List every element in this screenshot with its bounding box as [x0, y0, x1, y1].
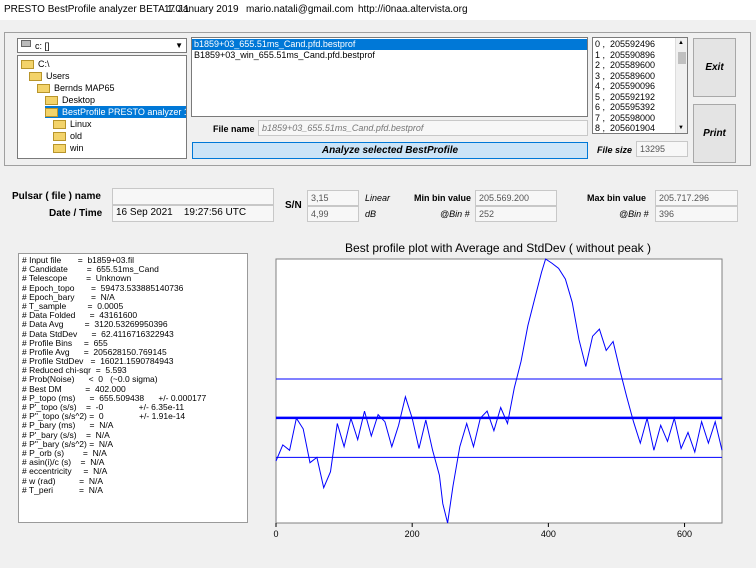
min-bin-label: Min bin value — [414, 193, 472, 203]
folder-item[interactable]: old — [53, 130, 186, 142]
sn-label: S/N — [285, 200, 302, 211]
drive-select[interactable]: c: [] ▼ — [17, 38, 187, 53]
drive-select-value: c: [] — [35, 41, 50, 51]
x-tick-label: 0 — [273, 529, 278, 539]
folder-tree[interactable]: C:\ Users Bernds MAP65 Desktop BestProfile P… — [17, 55, 187, 159]
file-size-field: 13295 — [636, 141, 688, 157]
max-bin-index-field: 396 — [655, 206, 738, 222]
pulsar-name-field — [112, 188, 274, 205]
print-button[interactable]: Print — [693, 104, 736, 163]
info-line: # T_peri = N/A — [22, 484, 103, 495]
date-time-field: 16 Sep 2021 19:27:56 UTC — [112, 205, 274, 222]
profile-chart: Best profile plot with Average and StdDe… — [273, 241, 723, 539]
scroll-thumb[interactable] — [678, 52, 686, 64]
folder-icon — [21, 59, 34, 69]
folder-label: Bernds MAP65 — [54, 83, 115, 93]
sn-db-field: 4,99 — [307, 206, 359, 222]
folder-icon — [53, 131, 66, 141]
sn-linear-field: 3,15 — [307, 190, 359, 206]
sn-db-unit: dB — [365, 209, 377, 219]
folder-label: BestProfile PRESTO analyzer 1.0.1.e — [62, 107, 186, 117]
max-bin-index-label: @Bin # — [619, 209, 649, 219]
file-name-field[interactable]: b1859+03_655.51ms_Cand.pfd.bestprof — [258, 120, 588, 136]
app-date: 17 January 2019 — [164, 4, 239, 15]
min-bin-index-label: @Bin # — [440, 209, 470, 219]
bin-value-item[interactable]: 6 , 205595392 — [595, 102, 673, 113]
folder-item[interactable]: Desktop — [45, 94, 186, 106]
file-list-item[interactable]: b1859+03_655.51ms_Cand.pfd.bestprof — [192, 39, 587, 50]
file-list-item[interactable]: B1859+03_win_655.51ms_Cand.pfd.bestprof — [192, 50, 587, 61]
bin-value-item[interactable]: 2 , 205589600 — [595, 60, 673, 71]
bin-value-item[interactable]: 3 , 205589600 — [595, 71, 673, 82]
app-title: PRESTO BestProfile analyzer BETA 1.0.1 — [4, 4, 190, 15]
min-bin-index-field: 252 — [475, 206, 557, 222]
folder-icon — [45, 95, 58, 105]
bin-value-item[interactable]: 7 , 205598000 — [595, 113, 673, 124]
folder-item[interactable]: BestProfile PRESTO analyzer 1.0.1.e — [45, 106, 186, 118]
min-bin-field: 205.569.200 — [475, 190, 557, 206]
exit-button[interactable]: Exit — [693, 38, 736, 97]
author-url: http://i0naa.altervista.org — [358, 4, 468, 15]
chart-title: Best profile plot with Average and StdDe… — [345, 241, 651, 255]
folder-icon — [29, 71, 42, 81]
sn-linear-unit: Linear — [365, 193, 391, 203]
x-tick-label: 400 — [541, 529, 556, 539]
folder-label: Desktop — [62, 95, 96, 105]
file-name-label: File name — [213, 124, 255, 134]
folder-icon — [45, 107, 58, 117]
pulsar-name-label: Pulsar ( file ) name — [12, 191, 101, 202]
author-email: mario.natali@gmail.com — [246, 4, 354, 15]
analyze-button[interactable]: Analyze selected BestProfile — [192, 142, 588, 159]
time-value: 19:27:56 UTC — [183, 207, 247, 218]
file-list[interactable]: b1859+03_655.51ms_Cand.pfd.bestprof B1859… — [191, 37, 588, 117]
bin-list-scrollbar[interactable]: ▲ ▼ — [675, 38, 687, 133]
chevron-down-icon[interactable]: ▼ — [175, 40, 183, 52]
folder-item[interactable]: Bernds MAP65 — [37, 82, 186, 94]
folder-item[interactable]: Users — [29, 70, 186, 82]
file-size-label: File size — [597, 145, 633, 155]
folder-label: C:\ — [38, 59, 50, 69]
folder-item[interactable]: Linux — [53, 118, 186, 130]
bin-value-item[interactable]: 1 , 205590896 — [595, 50, 673, 61]
folder-label: old — [70, 131, 83, 141]
x-tick-label: 600 — [677, 529, 692, 539]
folder-icon — [37, 83, 50, 93]
title-bar: PRESTO BestProfile analyzer BETA 1.0.1 1… — [0, 0, 756, 20]
folder-label: Linux — [70, 119, 92, 129]
folder-item[interactable]: C:\ — [21, 58, 186, 70]
bin-value-item[interactable]: 5 , 205592192 — [595, 92, 673, 103]
bin-value-item[interactable]: 8 , 205601904 — [595, 123, 673, 133]
folder-label: Users — [46, 71, 70, 81]
folder-icon — [53, 143, 66, 153]
bin-value-item[interactable]: 0 , 205592496 — [595, 39, 673, 50]
folder-item[interactable]: win — [53, 142, 186, 154]
folder-label: win — [70, 143, 84, 153]
date-value: 16 Sep 2021 — [116, 207, 173, 218]
scroll-up-icon[interactable]: ▲ — [678, 40, 684, 46]
folder-icon — [53, 119, 66, 129]
x-tick-label: 200 — [405, 529, 420, 539]
scroll-down-icon[interactable]: ▼ — [678, 125, 684, 131]
date-time-label: Date / Time — [49, 208, 103, 219]
max-bin-field: 205.717.296 — [655, 190, 738, 206]
bin-values-list[interactable]: 0 , 205592496 1 , 205590896 2 , 205589600 3… — [592, 37, 688, 134]
plot-area — [275, 258, 723, 524]
max-bin-label: Max bin value — [587, 193, 647, 203]
bin-value-item[interactable]: 4 , 205590096 — [595, 81, 673, 92]
bestprof-info-panel: # Input file = b1859+03.fil # Candidate =… — [18, 253, 248, 523]
